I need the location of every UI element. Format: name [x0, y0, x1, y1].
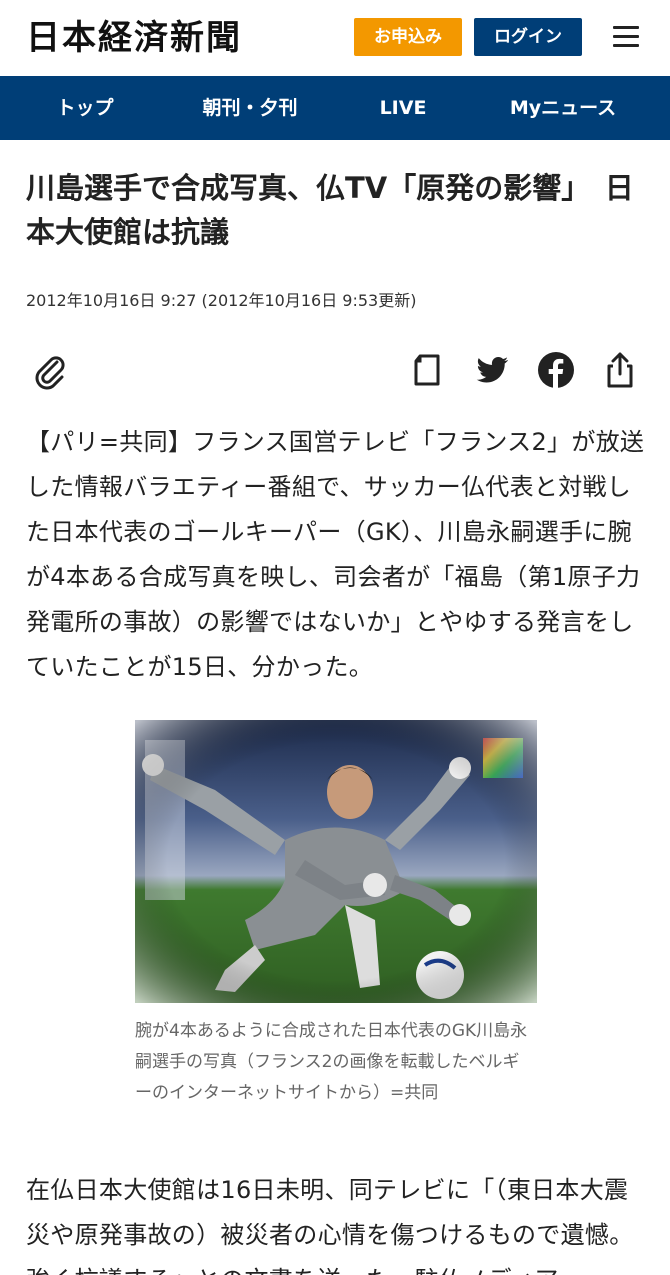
- facebook-icon[interactable]: [536, 350, 576, 390]
- article-lead-paragraph: 【パリ=共同】フランス国営テレビ「フランス2」が放送した情報バラエティー番組で、…: [26, 428, 645, 681]
- nav-item-mynews[interactable]: Myニュース: [490, 76, 636, 140]
- main-nav: トップ 朝刊・夕刊 LIVE Myニュース: [0, 76, 670, 140]
- nav-item-live[interactable]: LIVE: [360, 76, 446, 140]
- top-bar: 日本経済新聞 お申込み ログイン: [0, 0, 670, 76]
- share-icon[interactable]: [600, 350, 640, 390]
- bookmark-icon[interactable]: [407, 350, 447, 390]
- share-toolbar: [0, 340, 670, 400]
- nav-item-top[interactable]: トップ: [30, 76, 140, 140]
- article-photo[interactable]: [135, 720, 537, 1003]
- article-timestamp: 2012年10月16日 9:27 (2012年10月16日 9:53更新): [26, 291, 417, 310]
- paperclip-icon[interactable]: [30, 350, 70, 390]
- photo-caption: 腕が4本あるように合成された日本代表のGK川島永嗣選手の写真（フランス2の画像を…: [135, 1021, 528, 1103]
- article-body-paragraph: 在仏日本大使館は16日未明、同テレビに「（東日本大震災や原発事故の）被災者の心情…: [26, 1176, 634, 1275]
- login-button[interactable]: ログイン: [474, 18, 582, 56]
- twitter-icon[interactable]: [472, 350, 512, 390]
- article-headline: 川島選手で合成写真、仏TV「原発の影響」 日本大使館は抗議: [26, 171, 634, 249]
- hamburger-icon[interactable]: [613, 24, 639, 50]
- apply-button[interactable]: お申込み: [354, 18, 462, 56]
- site-logo[interactable]: 日本経済新聞: [26, 16, 242, 60]
- nav-item-edition[interactable]: 朝刊・夕刊: [180, 76, 320, 140]
